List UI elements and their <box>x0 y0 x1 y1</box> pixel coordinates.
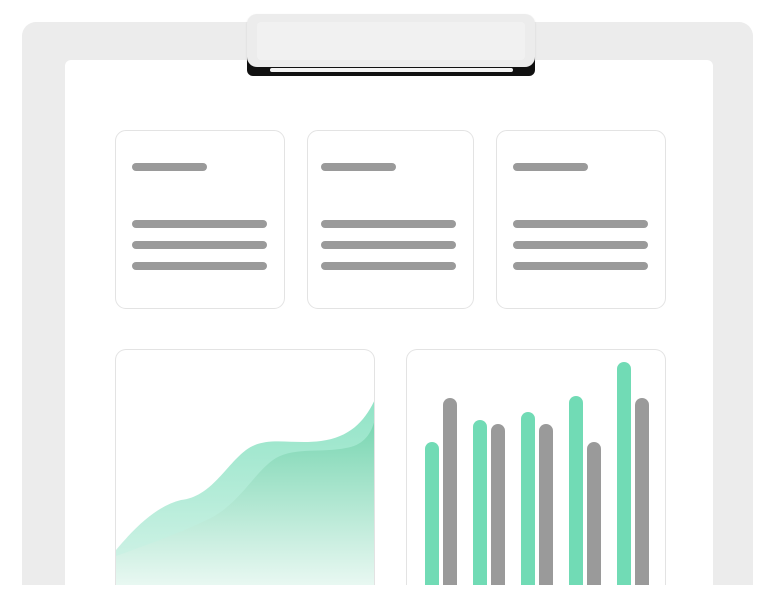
info-card-2-heading <box>321 163 396 171</box>
info-card-3-text-line <box>513 241 648 249</box>
info-card-2-text-line <box>321 262 456 270</box>
bar-series-1-bar-3 <box>521 412 535 585</box>
area-chart-card <box>115 349 375 585</box>
bar-series-1-bar-4 <box>569 396 583 585</box>
info-card-3-heading <box>513 163 588 171</box>
clipboard-clip-face <box>257 22 525 60</box>
area-chart <box>116 401 374 585</box>
bar-chart <box>425 362 649 585</box>
bar-series-2-bar-1 <box>443 398 457 585</box>
bar-series-1-bar-2 <box>473 420 487 585</box>
page-bottom-edge <box>0 585 775 607</box>
bar-chart-card <box>406 349 666 585</box>
clipboard-clip-rim <box>270 68 513 72</box>
bar-series-1-bar-1 <box>425 442 439 585</box>
info-card-3-text-line <box>513 262 648 270</box>
bar-series-2-bar-3 <box>539 424 553 585</box>
info-card-2-text-line <box>321 220 456 228</box>
info-card-1-text-line <box>132 241 267 249</box>
bar-series-1-bar-5 <box>617 362 631 585</box>
info-card-1-heading <box>132 163 207 171</box>
bar-series-2-bar-4 <box>587 442 601 585</box>
info-card-3-text-line <box>513 220 648 228</box>
info-card-2-text-line <box>321 241 456 249</box>
bar-series-2-bar-5 <box>635 398 649 585</box>
info-card-1-text-line <box>132 220 267 228</box>
bar-series-2-bar-2 <box>491 424 505 585</box>
info-card-1-text-line <box>132 262 267 270</box>
